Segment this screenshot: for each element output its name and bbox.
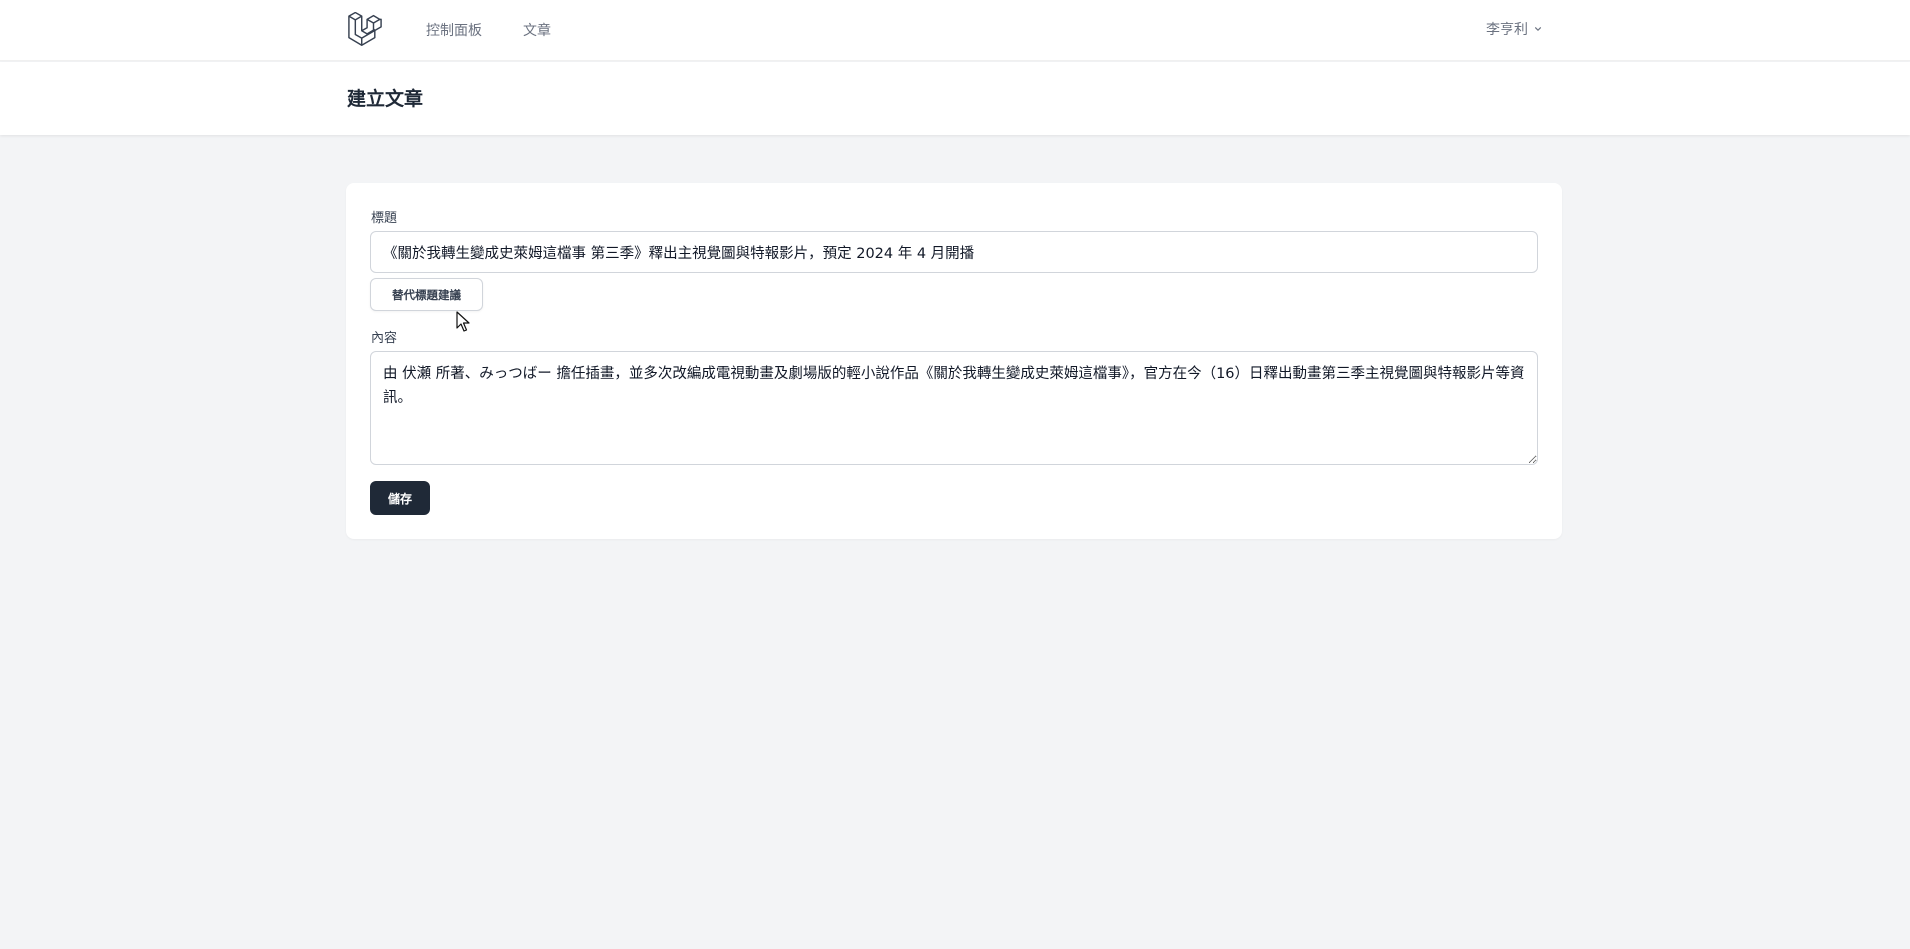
mouse-pointer-icon: [456, 311, 470, 332]
content-textarea[interactable]: 由 伏瀬 所著、みっつばー 擔任插畫，並多次改編成電視動畫及劇場版的輕小說作品《…: [370, 351, 1538, 465]
suggest-title-button[interactable]: 替代標題建議: [370, 278, 483, 311]
page-header: 建立文章: [0, 62, 1910, 135]
user-menu-dropdown[interactable]: 李亨利: [1486, 19, 1544, 39]
title-input[interactable]: [370, 231, 1538, 273]
top-navigation: 控制面板 文章 李亨利: [0, 0, 1910, 61]
title-label: 標題: [371, 211, 398, 226]
save-button[interactable]: 儲存: [370, 481, 430, 515]
content-label: 內容: [371, 331, 398, 346]
user-name: 李亨利: [1486, 22, 1528, 38]
nav-link-dashboard[interactable]: 控制面板: [426, 20, 482, 40]
page-title: 建立文章: [347, 88, 424, 110]
nav-link-articles[interactable]: 文章: [523, 20, 551, 40]
chevron-down-icon: [1535, 27, 1542, 31]
laravel-logo-icon[interactable]: [347, 12, 383, 46]
article-form-card: 標題 替代標題建議 內容 由 伏瀬 所著、みっつばー 擔任插畫，並多次改編成電視…: [346, 183, 1562, 539]
